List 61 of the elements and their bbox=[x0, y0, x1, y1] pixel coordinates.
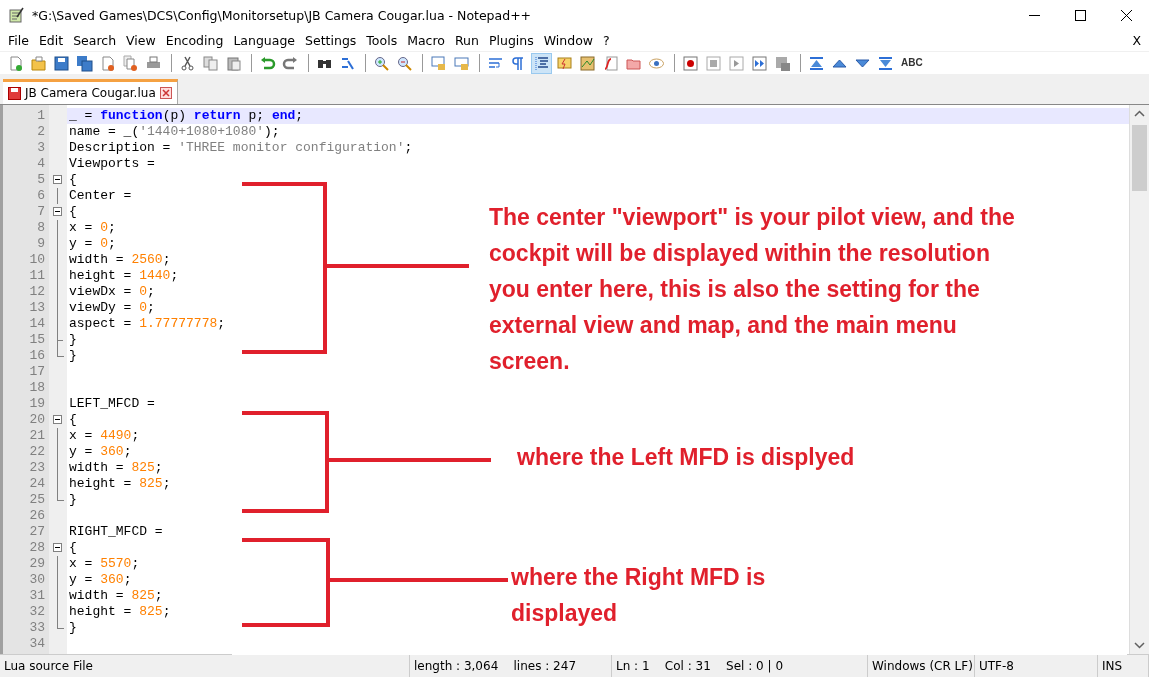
code-line: RIGHT_MFCD = bbox=[68, 524, 163, 540]
code-line: viewDy = 0; bbox=[68, 300, 155, 316]
menu-item[interactable]: Tools bbox=[361, 33, 403, 48]
menu-item[interactable]: Edit bbox=[33, 33, 69, 48]
annotation-text: The center "viewport" is your pilot view, and the cockpit will be displayed within the resolution you enter here, this is also the setting for the external view and map, and the main menu screen. bbox=[489, 203, 1015, 376]
code-line: width = 825; bbox=[68, 460, 163, 476]
notepad-icon bbox=[8, 7, 24, 23]
menu-item[interactable]: Language bbox=[228, 33, 301, 48]
maximize-icon[interactable] bbox=[1074, 9, 1086, 21]
code-line: Center = bbox=[68, 188, 132, 204]
code-line: } bbox=[68, 332, 77, 348]
code-line: Description = 'THREE monitor configuration'; bbox=[68, 140, 413, 156]
menu-item[interactable]: Encoding bbox=[160, 33, 229, 48]
scroll-up-icon[interactable] bbox=[1134, 109, 1145, 119]
menu-item[interactable]: View bbox=[121, 33, 161, 48]
code-line: x = 4490; bbox=[68, 428, 140, 444]
code-line: height = 1440; bbox=[68, 268, 179, 284]
code-line: x = 0; bbox=[68, 220, 116, 236]
file-tab[interactable]: JB Camera Cougar.lua bbox=[3, 79, 178, 104]
code-line: y = 360; bbox=[68, 444, 132, 460]
spellcheck-button[interactable]: ABC bbox=[898, 52, 926, 74]
menu-item[interactable]: Settings bbox=[300, 33, 362, 48]
scrollbar-thumb[interactable] bbox=[1132, 125, 1147, 191]
code-line: height = 825; bbox=[68, 604, 171, 620]
code-line: y = 360; bbox=[68, 572, 132, 588]
code-line: } bbox=[68, 348, 77, 364]
code-line: name = _('1440+1080+1080'); bbox=[68, 124, 280, 140]
code-line: LEFT_MFCD = bbox=[68, 396, 155, 412]
scroll-down-icon[interactable] bbox=[1134, 640, 1145, 650]
menu-item[interactable]: Macro bbox=[402, 33, 450, 48]
code-line: viewDx = 0; bbox=[68, 284, 155, 300]
code-line: width = 825; bbox=[68, 588, 163, 604]
code-line: } bbox=[68, 620, 77, 636]
close-document-button[interactable]: X bbox=[1124, 33, 1149, 48]
annotation-text: where the Right MFD is displayed bbox=[511, 563, 766, 628]
code-line: height = 825; bbox=[68, 476, 171, 492]
menu-item[interactable]: Search bbox=[68, 33, 122, 48]
fold-toggle-icon[interactable] bbox=[53, 175, 62, 184]
menu-item[interactable]: Plugins bbox=[483, 33, 539, 48]
vertical-scrollbar[interactable] bbox=[1129, 105, 1149, 654]
code-line: { bbox=[68, 172, 77, 188]
close-tab-icon[interactable] bbox=[159, 87, 172, 99]
indent-guide-icon[interactable] bbox=[531, 52, 552, 74]
code-line: { bbox=[68, 540, 77, 556]
menu-item[interactable]: File bbox=[3, 33, 34, 48]
code-line: aspect = 1.77777778; bbox=[68, 316, 226, 332]
code-line: Viewports = bbox=[68, 156, 155, 172]
window-title: *G:\Saved Games\DCS\Config\Monitorsetup\JB Camera Cougar.lua - Notepad++ bbox=[32, 7, 533, 23]
code-line: { bbox=[68, 412, 77, 428]
fold-toggle-icon[interactable] bbox=[53, 543, 62, 552]
menu-item[interactable]: Run bbox=[450, 33, 484, 48]
menu-item[interactable]: ? bbox=[598, 33, 615, 48]
code-line: x = 5570; bbox=[68, 556, 140, 572]
menu-item[interactable]: Window bbox=[538, 33, 599, 48]
code-line: width = 2560; bbox=[68, 252, 171, 268]
annotation-text: where the Left MFD is displyed bbox=[517, 443, 855, 472]
fold-toggle-icon[interactable] bbox=[53, 415, 62, 424]
code-line: { bbox=[68, 204, 77, 220]
code-line: } bbox=[68, 492, 77, 508]
code-line: y = 0; bbox=[68, 236, 116, 252]
fold-toggle-icon[interactable] bbox=[53, 207, 62, 216]
